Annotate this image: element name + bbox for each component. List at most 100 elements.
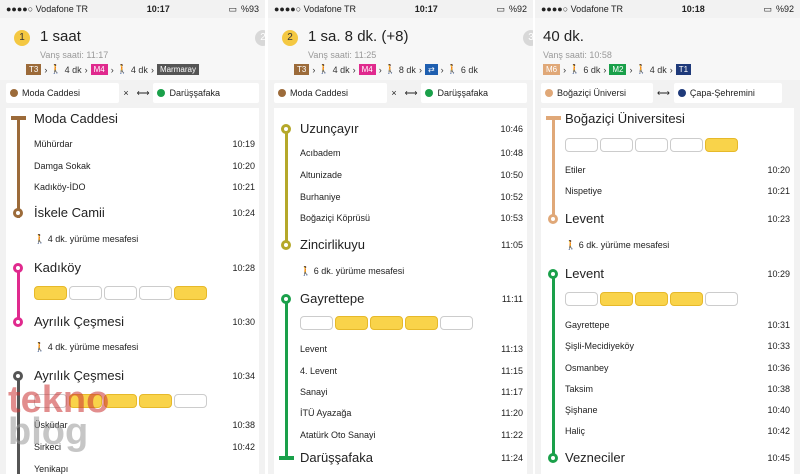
route-header[interactable]: 2 3 1 sa. 8 dk. (+8) Vanş saati: 11:25 T…	[268, 18, 533, 80]
walk-icon: 🚶	[565, 240, 577, 250]
clock: 10:18	[681, 4, 705, 14]
stop-name[interactable]: Levent	[565, 211, 604, 226]
destination-label: Darüşşafaka	[169, 88, 221, 98]
stop-name[interactable]: Yenikapı	[34, 464, 68, 474]
status-bar: ●●●●○ Vodafone TR 10:17 ▭ %93	[0, 0, 265, 18]
walk-duration: 6 dk	[583, 64, 601, 75]
destination-field[interactable]: Çapa-Şehremini	[673, 83, 782, 103]
stop-name[interactable]: Haliç	[565, 426, 585, 436]
stop-marker	[281, 294, 291, 304]
origin-field[interactable]: Boğaziçi Üniversi	[541, 83, 653, 103]
train-car	[705, 138, 738, 152]
next-route-badge[interactable]: 2	[255, 30, 265, 46]
swap-icon[interactable]: ⟷	[405, 88, 418, 99]
origin-field[interactable]: Moda Caddesi	[274, 83, 388, 103]
stop-time: 10:20	[232, 161, 255, 171]
destination-field[interactable]: Darüşşafaka	[153, 83, 259, 103]
origin-destination-bar: Moda Caddesi × ⟷ Darüşşafaka	[274, 82, 527, 104]
stop-name[interactable]: Acıbadem	[300, 148, 341, 158]
stop-name[interactable]: 4. Levent	[300, 366, 337, 376]
line-segment	[285, 298, 288, 458]
origin-label: Moda Caddesi	[22, 88, 81, 98]
stop-name[interactable]: Burhaniye	[300, 192, 341, 202]
stop-name[interactable]: İskele Camii	[34, 205, 105, 220]
stop-time: 10:38	[767, 384, 790, 394]
bus-icon: ⇄	[424, 64, 438, 75]
stop-name[interactable]: Moda Caddesi	[34, 111, 118, 126]
watermark-logo: tekno blog	[8, 381, 109, 451]
stop-name[interactable]: Şişli-Mecidiyeköy	[565, 341, 634, 351]
stop-name[interactable]: Darüşşafaka	[300, 450, 373, 465]
line-tag-m6: M6	[543, 64, 561, 75]
battery-icon: ▭	[228, 3, 237, 14]
clear-icon[interactable]: ×	[391, 88, 396, 98]
line-segment	[17, 118, 20, 218]
next-route-badge[interactable]: 3	[523, 30, 533, 46]
stop-name[interactable]: Kadıköy-İDO	[34, 182, 86, 192]
stop-time: 10:38	[232, 420, 255, 430]
train-car	[370, 316, 403, 330]
stop-name[interactable]: İTÜ Ayazağa	[300, 408, 351, 418]
swap-icon[interactable]: ⟷	[137, 88, 150, 99]
stop-name[interactable]: Şişhane	[565, 405, 598, 415]
stop-time: 11:17	[501, 387, 523, 397]
route-header[interactable]: 1 2 1 saat Vanş saati: 11:17 T3 › 🚶 4 dk …	[0, 18, 265, 80]
chevron-icon: ›	[352, 64, 356, 75]
stop-name[interactable]: Kadıköy	[34, 260, 81, 275]
destination-label: Çapa-Şehremini	[689, 88, 755, 98]
stop-name[interactable]: Etiler	[565, 165, 586, 175]
origin-field[interactable]: Moda Caddesi	[6, 83, 120, 103]
clock: 10:17	[414, 4, 438, 14]
route-header[interactable]: 40 dk. Vanş saati: 10:58 M6 › 🚶 6 dk › M2…	[535, 18, 800, 80]
origin-destination-bar: Moda Caddesi × ⟷ Darüşşafaka	[6, 82, 259, 104]
chevron-icon: ›	[669, 64, 673, 75]
chevron-icon: ›	[378, 64, 382, 75]
stop-name[interactable]: Levent	[300, 344, 327, 354]
stop-time: 10:30	[232, 317, 255, 327]
origin-dot-icon	[278, 89, 286, 97]
train-car	[139, 394, 172, 408]
walk-info: 🚶 4 dk. yürüme mesafesi	[34, 342, 138, 353]
walk-duration: 4 dk	[332, 64, 350, 75]
stop-name[interactable]: Gayrettepe	[300, 291, 364, 306]
walk-icon: 🚶	[635, 64, 647, 74]
stop-name[interactable]: Boğaziçi Üniversitesi	[565, 111, 685, 126]
train-car	[174, 394, 207, 408]
stop-time: 10:20	[767, 165, 790, 175]
swap-icon[interactable]: ⟷	[657, 88, 670, 99]
stop-name[interactable]: Osmanbey	[565, 363, 609, 373]
stop-name[interactable]: Atatürk Oto Sanayi	[300, 430, 376, 440]
stop-time: 11:11	[501, 294, 523, 304]
stop-marker	[281, 240, 291, 250]
line-tag-t3: T3	[294, 64, 310, 75]
end-cap-icon	[279, 456, 294, 460]
stop-name[interactable]: Ayrılık Çeşmesi	[34, 314, 124, 329]
chevron-icon: ›	[84, 64, 88, 75]
stop-name[interactable]: Boğaziçi Köprüsü	[300, 213, 370, 223]
clear-icon[interactable]: ×	[123, 88, 128, 98]
stop-name[interactable]: Mühürdar	[34, 139, 73, 149]
stop-time: 10:42	[232, 442, 255, 452]
stop-name[interactable]: Nispetiye	[565, 186, 602, 196]
destination-field[interactable]: Darüşşafaka	[421, 83, 527, 103]
stop-name[interactable]: Uzunçayır	[300, 121, 359, 136]
stop-name[interactable]: Levent	[565, 266, 604, 281]
carrier-label: ●●●●○ Vodafone TR	[274, 4, 357, 14]
route-chain: T3 › 🚶 4 dk › M4 › 🚶 4 dk › Marmaray	[26, 64, 199, 75]
itinerary: Uzunçayır 10:46 Acıbadem 10:48 Altunizad…	[274, 108, 527, 474]
stop-name[interactable]: Zincirlikuyu	[300, 237, 365, 252]
train-car	[174, 286, 207, 300]
stop-name[interactable]: Damga Sokak	[34, 161, 91, 171]
stop-name[interactable]: Altunizade	[300, 170, 342, 180]
stop-name[interactable]: Sanayi	[300, 387, 328, 397]
chevron-icon: ›	[418, 64, 422, 75]
chevron-icon: ›	[603, 64, 607, 75]
stop-name[interactable]: Gayrettepe	[565, 320, 610, 330]
chevron-icon: ›	[150, 64, 154, 75]
line-tag-t3: T3	[26, 64, 42, 75]
chevron-icon: ›	[440, 64, 444, 75]
stop-name[interactable]: Taksim	[565, 384, 593, 394]
route-panel-3: ●●●●○ Vodafone TR 10:18 ▭ %92 40 dk. Vanş…	[535, 0, 800, 474]
train-car	[440, 316, 473, 330]
stop-name[interactable]: Vezneciler	[565, 450, 625, 465]
